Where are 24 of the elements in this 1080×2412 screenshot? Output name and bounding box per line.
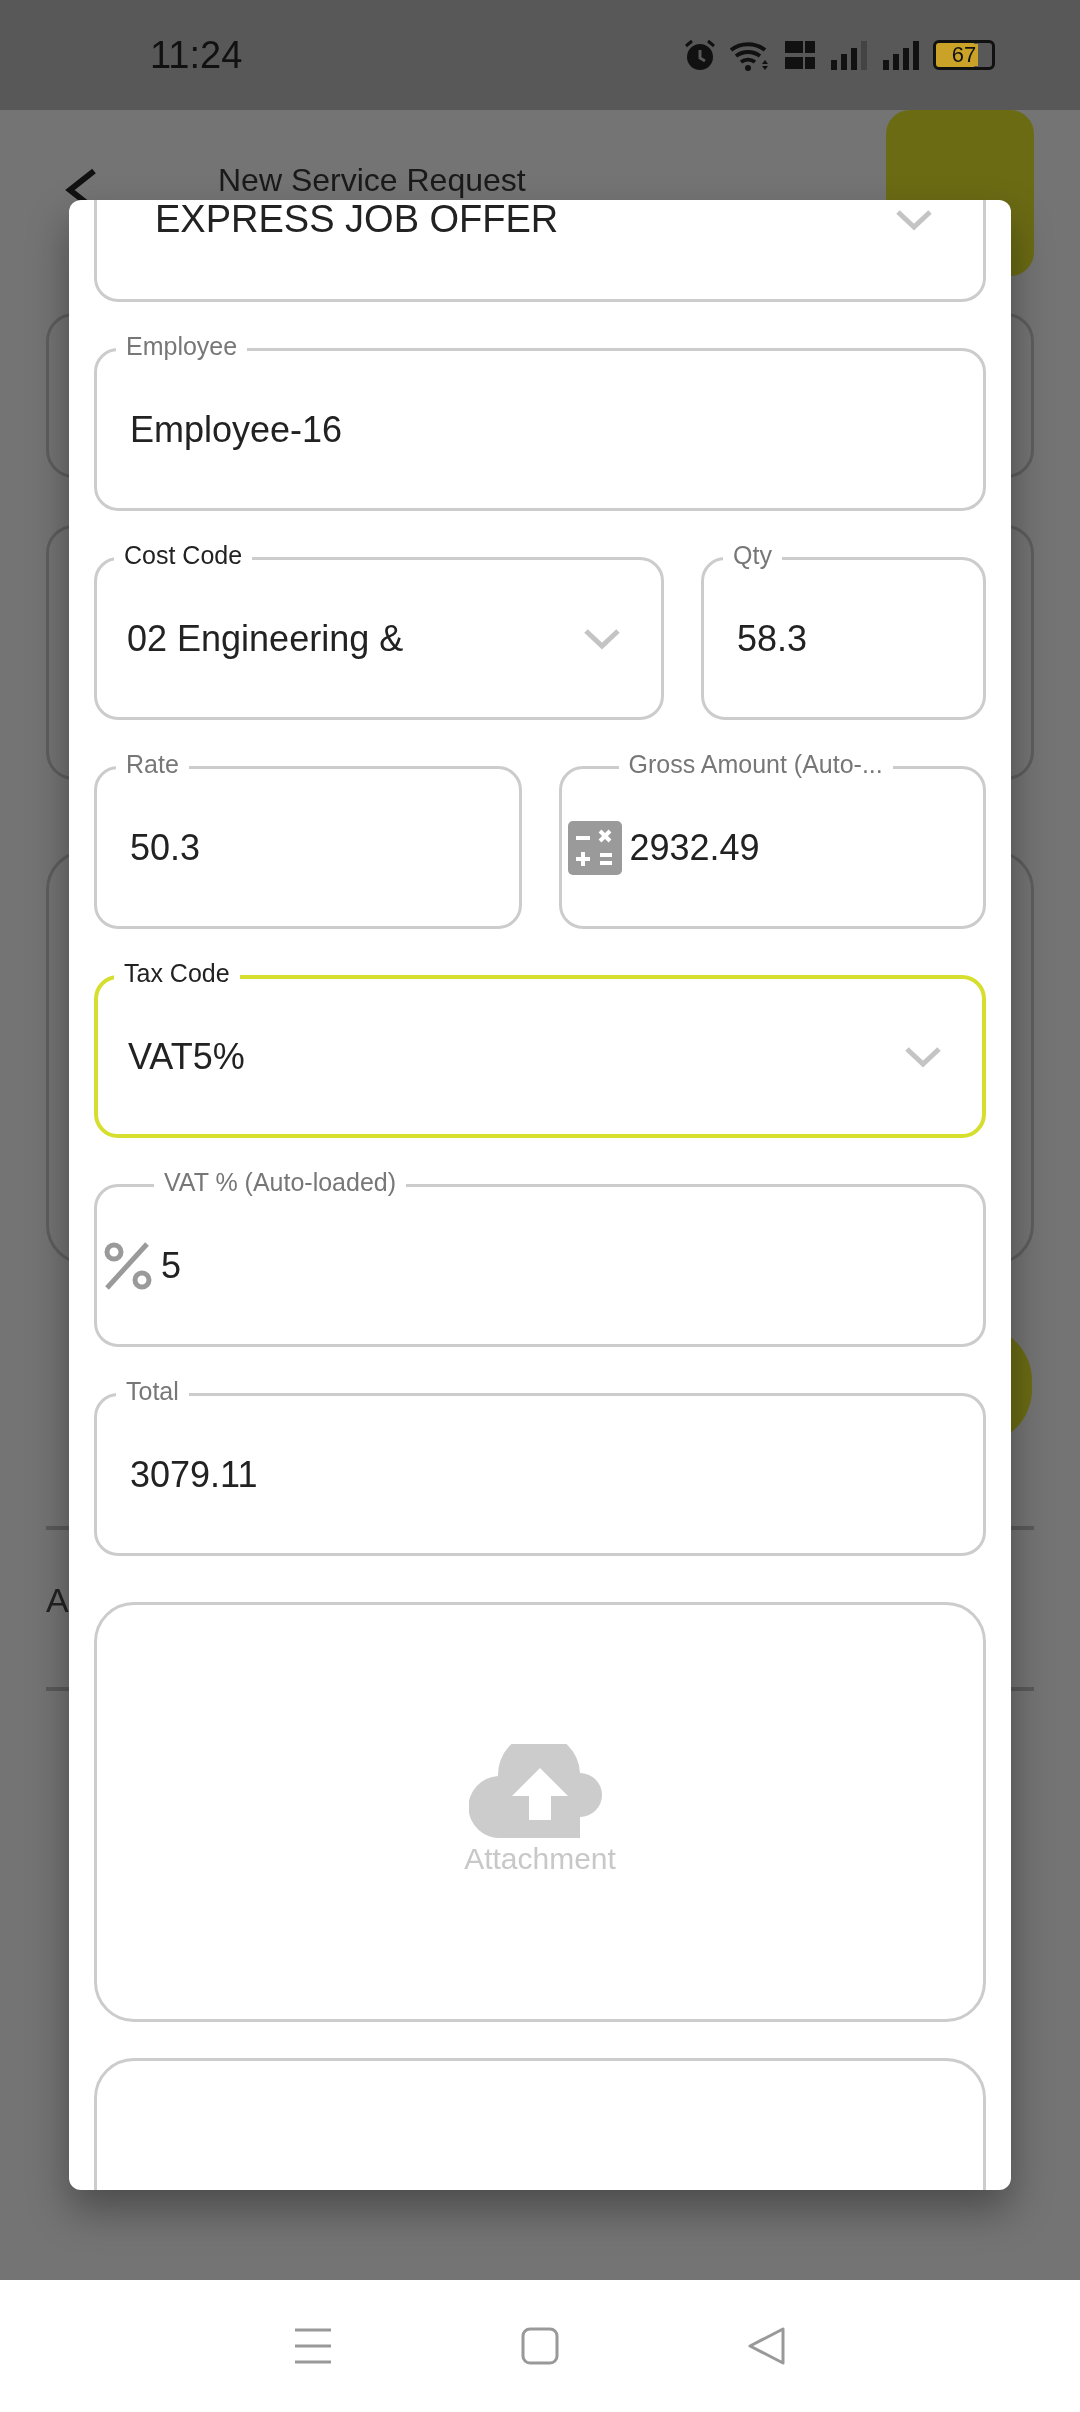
field-value: 2932.49 (629, 825, 760, 870)
field-value: 50.3 (130, 825, 201, 870)
calculator-icon (567, 820, 622, 875)
status-time: 11:24 (150, 32, 243, 78)
dropdown-field[interactable]: EXPRESS JOB OFFER (94, 200, 986, 302)
field-value: 3079.11 (130, 1452, 258, 1497)
battery-level: 67 (949, 44, 979, 66)
field-value: VAT5% (128, 1034, 245, 1079)
field-value: Employee-16 (130, 407, 343, 452)
signal-icon (829, 38, 869, 72)
percent-icon (103, 1240, 153, 1291)
page-title: New Service Request (218, 162, 526, 198)
home-icon[interactable] (520, 2326, 560, 2366)
field-value: 02 Engineering & (127, 616, 404, 661)
field-value: EXPRESS JOB OFFER (155, 200, 559, 242)
chevron-icon (895, 208, 933, 231)
field-value: 5 (161, 1243, 182, 1288)
alarm-icon (683, 38, 717, 72)
menu-icon[interactable] (293, 2326, 334, 2366)
chevron-icon (583, 627, 621, 650)
signal-icon (881, 38, 921, 72)
chevron-icon (904, 1045, 942, 1068)
background-text: A (46, 1583, 69, 1617)
field-value: 58.3 (737, 616, 808, 661)
